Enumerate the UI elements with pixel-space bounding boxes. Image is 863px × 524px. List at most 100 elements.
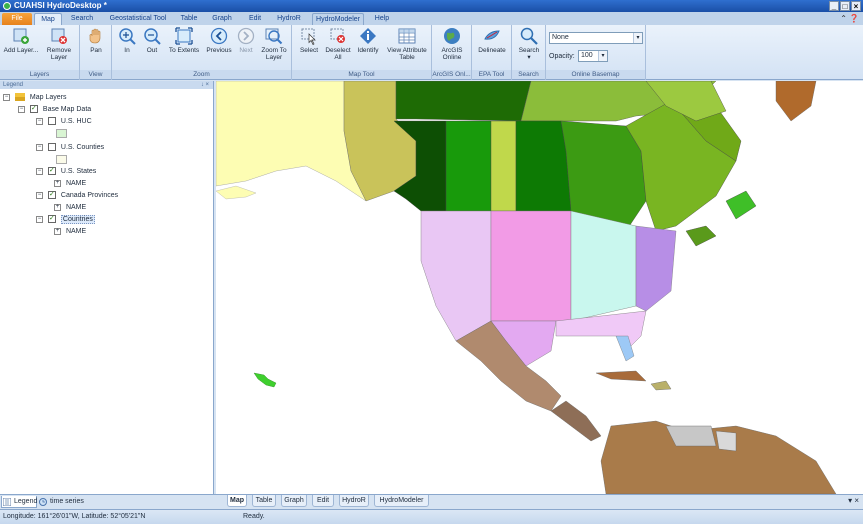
map-canvas[interactable] — [216, 81, 863, 494]
tab-menu-close-buttons[interactable]: ▾ × — [848, 496, 859, 505]
remove-layer-button[interactable]: Remove Layer — [42, 27, 76, 61]
group-label-map-tool: Map Tool — [292, 70, 431, 79]
group-label-basemap: Online Basemap — [546, 70, 645, 79]
legend-icon — [3, 498, 11, 506]
identify-button[interactable]: Identify — [354, 27, 382, 54]
status-bar: Longitude: 161°26'01"W, Latitude: 52°05'… — [0, 509, 863, 524]
collapse-icon[interactable]: − — [36, 215, 43, 223]
tab-file[interactable]: File — [2, 13, 32, 25]
legend-layer-us-huc[interactable]: − U.S. HUC — [36, 117, 92, 127]
zoom-in-button[interactable]: In — [116, 27, 138, 54]
tab-map-view[interactable]: Map — [227, 495, 247, 507]
collapse-icon[interactable]: − — [3, 93, 10, 101]
collapse-icon[interactable]: − — [18, 105, 25, 113]
map-region-usa-central — [490, 210, 572, 322]
map-region-usa-midwest — [570, 210, 637, 322]
zoom-to-extents-button[interactable]: To Extents — [166, 27, 202, 54]
group-label-epa: EPA Tool — [472, 70, 511, 79]
close-button[interactable]: × — [851, 1, 861, 11]
legend-layer-us-states[interactable]: − ✓ U.S. States — [36, 167, 96, 177]
legend-layer-canada-provinces[interactable]: − ✓ Canada Provinces — [36, 191, 118, 201]
collapse-icon[interactable]: − — [36, 143, 43, 151]
legend-field-canada-provinces[interactable]: + NAME — [54, 203, 86, 213]
group-arcgis-online: ArcGIS Online ArcGIS Onl... — [432, 25, 472, 80]
group-label-layers: Layers — [0, 70, 79, 79]
forward-arrow-icon — [237, 27, 255, 45]
tab-edit-view[interactable]: Edit — [312, 495, 334, 507]
expand-icon[interactable]: + — [54, 227, 61, 235]
collapse-icon[interactable]: − — [36, 117, 43, 125]
minimize-ribbon-icon[interactable]: ⌃ — [840, 14, 847, 23]
search-button[interactable]: Search ▾ — [516, 27, 542, 61]
basemap-select[interactable]: None ▾ — [549, 32, 643, 44]
collapse-icon[interactable]: − — [36, 191, 43, 199]
legend-swatch-us-counties — [56, 155, 67, 164]
legend-swatch-us-huc — [56, 129, 67, 138]
group-zoom: In Out To Extents Previous Next Zoom To … — [112, 25, 292, 80]
tab-table-view[interactable]: Table — [252, 495, 276, 507]
panel-pin-close-buttons[interactable]: ↓ × — [201, 81, 209, 89]
tab-hydromodeler[interactable]: HydroModeler — [312, 13, 364, 25]
arcgis-online-button[interactable]: ArcGIS Online — [436, 27, 468, 61]
tab-hydror[interactable]: HydroR — [274, 13, 304, 25]
search-dropdown-arrow-icon: ▾ — [527, 54, 531, 61]
group-label-view: View — [80, 70, 111, 79]
checkbox-us-huc[interactable] — [47, 117, 56, 126]
delineate-button[interactable]: Delineate — [475, 27, 509, 54]
map-view[interactable] — [216, 81, 863, 494]
group-label-zoom: Zoom — [112, 70, 291, 79]
tab-graph[interactable]: Graph — [208, 13, 236, 25]
checkbox-base-map-data[interactable]: ✓ — [29, 105, 38, 114]
legend-panel: Legend ↓ × − Map Layers − ✓ Base Map Dat… — [0, 81, 214, 494]
tab-search[interactable]: Search — [66, 13, 98, 25]
tab-hydromodeler-view[interactable]: HydroModeler — [374, 495, 429, 507]
select-button[interactable]: Select — [296, 27, 322, 54]
legend-root[interactable]: − Map Layers — [3, 93, 66, 103]
pan-button[interactable]: Pan — [84, 27, 108, 54]
maximize-button[interactable]: □ — [840, 1, 850, 11]
deselect-all-button[interactable]: Deselect All — [324, 27, 352, 61]
tab-map[interactable]: Map — [34, 13, 62, 25]
group-layers: Add Layer... Remove Layer Layers — [0, 25, 80, 80]
map-region-nwt — [395, 81, 532, 122]
window-title: CUAHSI HydroDesktop * — [14, 1, 107, 10]
table-icon — [398, 28, 416, 44]
tab-time-series[interactable]: time series — [38, 496, 88, 508]
legend-group-base-map[interactable]: − ✓ Base Map Data — [18, 105, 91, 115]
tab-legend[interactable]: Legend — [1, 496, 37, 508]
checkbox-us-counties[interactable] — [47, 143, 56, 152]
clock-icon — [39, 498, 47, 506]
remove-layer-icon — [51, 28, 67, 44]
expand-icon[interactable]: + — [54, 203, 61, 211]
group-label-arcgis: ArcGIS Onl... — [432, 70, 471, 79]
help-icon[interactable]: ❓ — [849, 14, 859, 23]
tab-table[interactable]: Table — [176, 13, 202, 25]
zoom-out-button[interactable]: Out — [140, 27, 164, 54]
zoom-out-icon — [144, 28, 161, 45]
legend-field-us-states[interactable]: + NAME — [54, 179, 86, 189]
opacity-label: Opacity: — [549, 53, 575, 60]
app-icon — [3, 2, 11, 10]
tab-geostatistical-tool[interactable]: Geostatistical Tool — [104, 13, 172, 25]
tab-graph-view[interactable]: Graph — [281, 495, 307, 507]
checkbox-canada-provinces[interactable]: ✓ — [47, 191, 56, 200]
tab-edit[interactable]: Edit — [244, 13, 266, 25]
legend-layer-us-counties[interactable]: − U.S. Counties — [36, 143, 104, 153]
tab-help[interactable]: Help — [370, 13, 394, 25]
previous-extent-button[interactable]: Previous — [204, 27, 234, 54]
checkbox-countries[interactable]: ✓ — [47, 215, 56, 224]
add-layer-button[interactable]: Add Layer... — [3, 27, 39, 54]
collapse-icon[interactable]: − — [36, 167, 43, 175]
next-extent-button[interactable]: Next — [236, 27, 256, 54]
legend-field-countries[interactable]: + NAME — [54, 227, 86, 237]
add-layer-icon — [13, 28, 29, 44]
checkbox-us-states[interactable]: ✓ — [47, 167, 56, 176]
expand-icon[interactable]: + — [54, 179, 61, 187]
minimize-button[interactable]: _ — [829, 1, 839, 11]
ribbon-tab-strip: File Map Search Geostatistical Tool Tabl… — [0, 12, 863, 25]
zoom-to-layer-button[interactable]: Zoom To Layer — [258, 27, 290, 61]
view-attribute-table-button[interactable]: View Attribute Table — [384, 27, 430, 61]
legend-layer-countries[interactable]: − ✓ Countries — [36, 215, 95, 225]
tab-hydror-view[interactable]: HydroR — [339, 495, 369, 507]
opacity-select[interactable]: 100 ▾ — [578, 50, 608, 62]
